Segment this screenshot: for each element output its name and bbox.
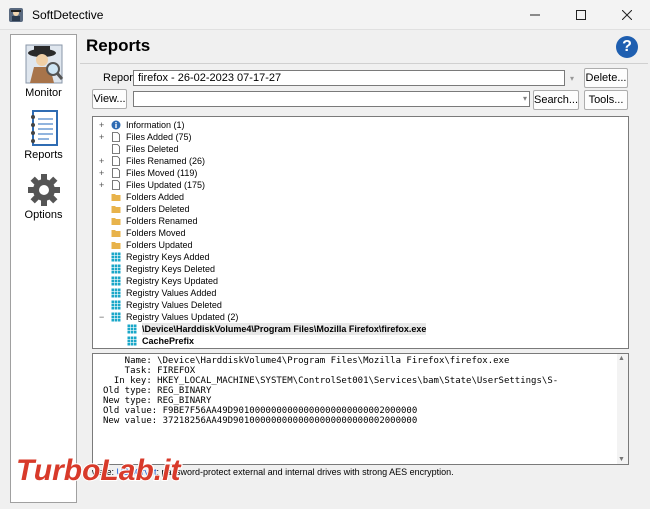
report-tree[interactable]: + Information (1) + Files Added (75) Files D…: [92, 116, 629, 349]
tree-row-label: Files Renamed (26): [126, 156, 206, 166]
tree-row-label: CachePrefix: [142, 336, 195, 346]
sidebar-item-label: Monitor: [25, 87, 62, 99]
app-icon: [9, 8, 23, 22]
registry-icon: [127, 336, 137, 346]
tree-row-label: Registry Keys Updated: [126, 276, 219, 286]
view-select[interactable]: ▾: [133, 91, 530, 107]
title-bar: SoftDetective: [0, 0, 650, 30]
detail-panel: ▲ ▼ Name: \Device\HarddiskVolume4\Progra…: [92, 353, 629, 465]
report-select[interactable]: firefox - 26-02-2023 07-17-27: [133, 70, 565, 86]
tree-row-label: Files Added (75): [126, 132, 192, 142]
notebook-icon: [30, 110, 58, 146]
view-button[interactable]: View...: [92, 89, 127, 109]
detail-line: New type: REG_BINARY: [103, 396, 212, 406]
file-icon: [111, 180, 121, 190]
expander-icon[interactable]: −: [99, 311, 107, 323]
detail-line: New value: 37218256AA49D9010000000000000…: [103, 416, 418, 426]
page-header: Reports ?: [80, 33, 648, 61]
tree-row-label: Files Moved (119): [126, 168, 198, 178]
detail-scrollbar[interactable]: ▲ ▼: [617, 354, 628, 464]
sidebar-item-label: Reports: [24, 149, 63, 161]
tree-row-label: Registry Values Updated (2): [126, 312, 239, 322]
detail-line: Old type: REG_BINARY: [103, 386, 212, 396]
sidebar-item-label: Options: [24, 209, 63, 221]
registry-icon: [111, 288, 121, 298]
promo-bar: ware: USBCrypt: password-protect externa…: [92, 466, 629, 478]
tree-row-label: Folders Deleted: [126, 204, 190, 214]
sidebar-item-reports[interactable]: Reports: [11, 109, 76, 161]
close-button[interactable]: [604, 0, 650, 30]
registry-icon: [111, 276, 121, 286]
folder-icon: [111, 240, 121, 250]
promo-link[interactable]: USBCrypt: [117, 467, 157, 477]
maximize-button[interactable]: [558, 0, 604, 30]
expander-icon[interactable]: +: [99, 179, 107, 191]
sidebar-item-options[interactable]: Options: [11, 173, 76, 221]
detail-line: In key: HKEY_LOCAL_MACHINE\SYSTEM\Contro…: [103, 376, 559, 386]
tree-row-label: Folders Renamed: [126, 216, 198, 226]
promo-text: : password-protect external and internal…: [156, 467, 454, 477]
minimize-icon: [530, 14, 540, 16]
registry-icon: [111, 252, 121, 262]
header-divider: [80, 63, 648, 64]
search-button[interactable]: Search...: [533, 90, 579, 110]
maximize-icon: [576, 10, 586, 20]
detail-line: Old value: F9BE7F56AA49D9010000000000000…: [103, 406, 418, 416]
folder-icon: [111, 216, 121, 226]
scroll-up-icon[interactable]: ▲: [618, 355, 625, 362]
expander-icon[interactable]: +: [99, 167, 107, 179]
spy-detective-icon: [25, 44, 63, 84]
tools-button[interactable]: Tools...: [584, 90, 628, 110]
scroll-down-icon[interactable]: ▼: [618, 456, 625, 463]
minimize-button[interactable]: [512, 0, 558, 30]
registry-icon: [111, 264, 121, 274]
expander-icon[interactable]: +: [99, 155, 107, 167]
tree-row-label: Registry Values Added: [126, 288, 217, 298]
tree-row-label: Registry Keys Deleted: [126, 264, 216, 274]
expander-icon[interactable]: +: [99, 119, 107, 131]
registry-icon: [127, 324, 137, 334]
tree-row-label: Folders Moved: [126, 228, 186, 238]
sidebar-item-monitor[interactable]: Monitor: [11, 43, 76, 99]
tree-row-label: Files Deleted: [126, 144, 179, 154]
registry-icon: [111, 312, 121, 322]
folder-icon: [111, 228, 121, 238]
help-button[interactable]: ?: [616, 36, 638, 58]
tree-row-label: Registry Keys Added: [126, 252, 210, 262]
info-icon: [111, 120, 121, 130]
tree-row-label: Folders Updated: [126, 240, 193, 250]
gear-icon: [27, 174, 60, 206]
file-icon: [111, 144, 121, 154]
file-icon: [111, 132, 121, 142]
promo-prefix: ware:: [92, 467, 117, 477]
tree-row-label: Information (1): [126, 120, 185, 130]
folder-icon: [111, 192, 121, 202]
registry-icon: [111, 300, 121, 310]
detail-line: Task: FIREFOX: [103, 366, 196, 376]
folder-icon: [111, 204, 121, 214]
tree-row-label: Files Updated (175): [126, 180, 206, 190]
window-title: SoftDetective: [32, 8, 104, 22]
help-icon: ?: [622, 38, 632, 55]
close-icon: [622, 10, 632, 20]
file-icon: [111, 168, 121, 178]
file-icon: [111, 156, 121, 166]
chevron-down-icon: ▾: [522, 94, 527, 103]
tree-row-label: Registry Values Deleted: [126, 300, 222, 310]
page-title: Reports: [86, 36, 151, 55]
tree-row-label: \Device\HarddiskVolume4\Program Files\Mo…: [142, 323, 427, 335]
tree-row-label: Folders Added: [126, 192, 185, 202]
detail-line: Name: \Device\HarddiskVolume4\Program Fi…: [103, 356, 510, 366]
sidebar: Monitor Reports Options: [10, 34, 77, 503]
chevron-down-icon[interactable]: ▾: [566, 70, 578, 86]
report-value: firefox - 26-02-2023 07-17-27: [138, 72, 282, 84]
delete-button[interactable]: Delete...: [584, 68, 628, 88]
expander-icon[interactable]: +: [99, 131, 107, 143]
